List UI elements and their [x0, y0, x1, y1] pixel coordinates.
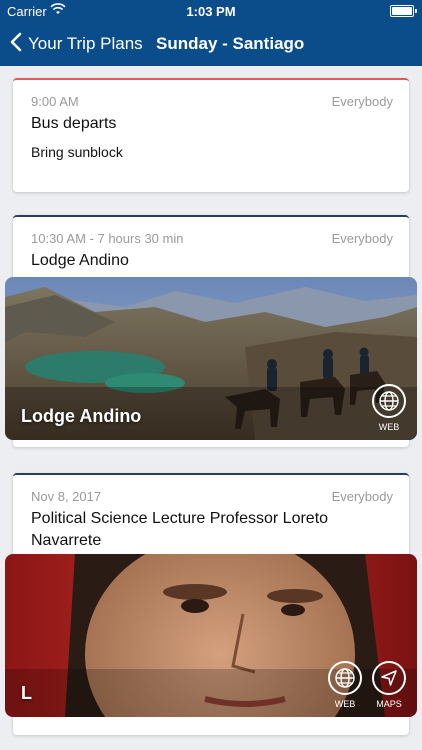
event-time: 9:00 AM [31, 94, 79, 109]
web-label: WEB [334, 699, 356, 709]
event-audience: Everybody [331, 94, 393, 109]
event-note: Bring sunblock [31, 144, 123, 160]
maps-label: MAPS [376, 699, 402, 709]
maps-button[interactable]: MAPS [369, 661, 409, 709]
globe-icon [328, 661, 362, 695]
back-button[interactable]: Your Trip Plans [10, 32, 143, 56]
lecture-photo[interactable]: L WEB MAPS [5, 554, 417, 717]
event-audience: Everybody [331, 231, 393, 246]
event-time: 10:30 AM - 7 hours 30 min [31, 231, 184, 246]
event-title: Lodge Andino [31, 252, 129, 269]
event-title: Bus departs [31, 115, 117, 132]
chevron-left-icon [10, 32, 22, 57]
event-audience: Everybody [331, 489, 393, 504]
web-label: WEB [378, 422, 400, 432]
event-time: Nov 8, 2017 [31, 489, 102, 504]
nav-bar: Your Trip Plans Sunday - Santiago [0, 22, 422, 66]
battery-icon [390, 5, 417, 17]
back-label: Your Trip Plans [28, 34, 143, 53]
status-time: 1:03 PM [186, 4, 236, 19]
event-card-bus[interactable]: 9:00 AM Everybody Bus departs Bring sunb… [13, 78, 409, 192]
lodge-photo[interactable]: Lodge Andino WEB [5, 277, 417, 440]
navigation-arrow-icon [372, 661, 406, 695]
web-button[interactable]: WEB [325, 661, 365, 709]
globe-icon [372, 384, 406, 418]
web-button[interactable]: WEB [369, 384, 409, 432]
status-bar: Carrier 1:03 PM [0, 0, 422, 22]
page-title: Sunday - Santiago [156, 34, 305, 53]
image-label: L [21, 683, 32, 703]
image-label: Lodge Andino [21, 406, 142, 426]
event-title: Political Science Lecture Professor Lore… [31, 510, 329, 549]
